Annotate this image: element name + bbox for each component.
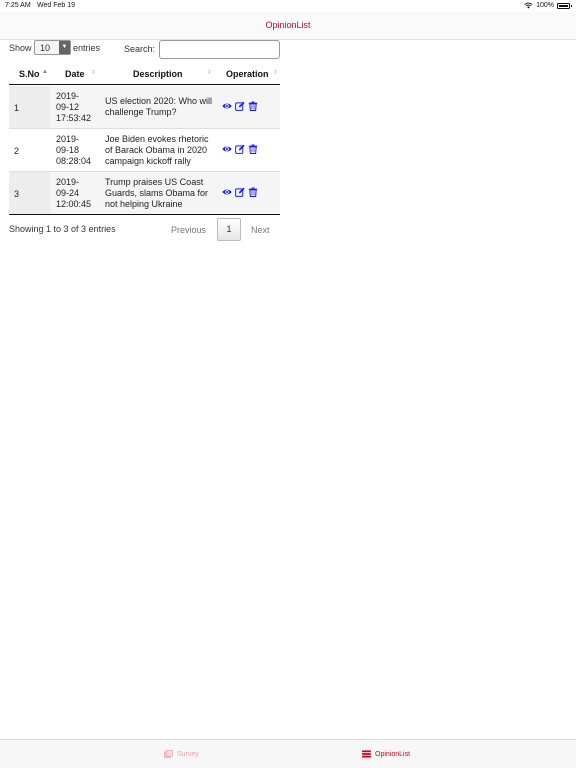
table-info: Showing 1 to 3 of 3 entries — [9, 224, 116, 234]
table-row: 1 2019- 09-12 17:53:42 US election 2020:… — [9, 86, 280, 129]
chevron-down-icon: ▼ — [59, 41, 70, 54]
row-date-part: 2019- — [56, 177, 80, 187]
row-date-part: 12:00:45 — [56, 199, 92, 209]
row-date-part: 17:53:42 — [56, 113, 92, 123]
table-row: 3 2019- 09-24 12:00:45 Trump praises US … — [9, 172, 280, 215]
row-description: Trump praises US Coast Guards, slams Oba… — [105, 177, 209, 209]
column-header-description[interactable]: Description — [133, 69, 183, 79]
row-sno: 1 — [14, 103, 20, 113]
status-date: Wed Feb 19 — [37, 2, 76, 9]
eye-icon[interactable] — [222, 144, 232, 154]
edit-icon[interactable] — [235, 144, 245, 154]
sort-icon: ⇕ — [207, 70, 213, 76]
table-header: S.No ▲ Date ⇕ Description ⇕ Operation ⇕ — [9, 64, 280, 85]
nav-bar: OpinionList — [0, 12, 576, 40]
sno-cell: 2 — [9, 129, 50, 171]
edit-icon[interactable] — [235, 187, 245, 197]
sort-asc-icon: ▲ — [42, 69, 48, 75]
table-row: 2 2019- 09-18 08:28:04 Joe Biden evokes … — [9, 129, 280, 172]
status-bar: 7:25 AM Wed Feb 19 100% — [0, 0, 576, 12]
row-operations — [222, 144, 258, 154]
column-header-sno[interactable]: S.No — [19, 69, 40, 79]
row-date-part: 09-12 — [56, 102, 80, 112]
entries-label: entries — [73, 43, 101, 53]
table-controls: Show 10 ▼ entries Search: — [9, 40, 280, 62]
row-date: 2019- 09-12 17:53:42 — [56, 91, 104, 124]
tab-survey[interactable]: Survey — [164, 750, 199, 758]
page-title: OpinionList — [265, 20, 311, 30]
row-date: 2019- 09-18 08:28:04 — [56, 134, 104, 167]
sno-cell: 3 — [9, 172, 50, 215]
tab-bar: Survey OpinionList — [0, 739, 576, 768]
row-description: US election 2020: Who will challenge Tru… — [105, 96, 213, 117]
entries-length-value: 10 — [40, 43, 51, 53]
edit-icon[interactable] — [235, 101, 245, 111]
column-header-operation[interactable]: Operation — [226, 69, 269, 79]
eye-icon[interactable] — [222, 187, 232, 197]
row-date-part: 08:28:04 — [56, 156, 92, 166]
status-right: 100% — [524, 2, 572, 9]
list-icon — [362, 750, 371, 758]
row-date-part: 2019- — [56, 91, 80, 101]
row-sno: 2 — [14, 146, 20, 156]
sort-icon: ⇕ — [273, 70, 279, 76]
battery-icon — [557, 2, 572, 9]
row-operations — [222, 101, 258, 111]
previous-button[interactable]: Previous — [171, 225, 206, 235]
wifi-icon — [524, 2, 533, 9]
status-time: 7:25 AM — [5, 2, 31, 9]
eye-icon[interactable] — [222, 101, 232, 111]
trash-icon[interactable] — [248, 101, 258, 111]
tab-label: Survey — [177, 750, 199, 758]
search-label: Search: — [124, 44, 156, 54]
column-header-date[interactable]: Date — [65, 69, 85, 79]
sort-icon: ⇕ — [91, 70, 97, 76]
entries-length-select[interactable]: 10 ▼ — [34, 40, 71, 55]
search-input[interactable] — [159, 40, 280, 59]
row-operations — [222, 187, 258, 197]
opinion-table: S.No ▲ Date ⇕ Description ⇕ Operation ⇕ … — [9, 64, 280, 215]
row-sno: 3 — [14, 189, 20, 199]
survey-icon — [164, 750, 173, 758]
tab-opinion-list[interactable]: OpinionList — [362, 750, 410, 758]
trash-icon[interactable] — [248, 144, 258, 154]
battery-percent: 100% — [536, 2, 554, 9]
table-bottom-border — [9, 214, 280, 215]
trash-icon[interactable] — [248, 187, 258, 197]
page-button-1[interactable]: 1 — [217, 218, 241, 241]
row-date-part: 2019- — [56, 134, 80, 144]
row-date-part: 09-24 — [56, 188, 80, 198]
next-button[interactable]: Next — [251, 225, 270, 235]
row-description: Joe Biden evokes rhetoric of Barack Obam… — [105, 134, 209, 166]
tab-label: OpinionList — [375, 750, 411, 758]
sno-cell: 1 — [9, 86, 50, 128]
show-label: Show — [9, 43, 32, 53]
row-date-part: 09-18 — [56, 145, 80, 155]
row-date: 2019- 09-24 12:00:45 — [56, 177, 104, 210]
